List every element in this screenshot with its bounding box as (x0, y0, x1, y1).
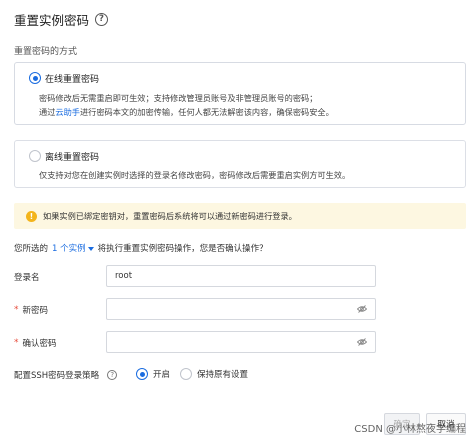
instance-count-dropdown[interactable]: 1 个实例 (52, 242, 94, 254)
option-online-title: 在线重置密码 (45, 75, 100, 85)
help-circle-icon[interactable]: ? (95, 13, 109, 26)
login-name-label-text: 登录名 (14, 273, 40, 283)
ssh-option-keep[interactable]: 保持原有设置 (180, 368, 248, 380)
ssh-policy-label: 配置SSH密码登录策略 ? (14, 369, 118, 381)
new-password-input[interactable] (106, 298, 376, 320)
dialog-header: 重置实例密码 ? (14, 10, 109, 29)
required-mark: * (14, 305, 19, 315)
option-offline-title: 离线重置密码 (45, 153, 100, 163)
warning-text: 如果实例已绑定密钥对，重置密码后系统将可以通过新密码进行登录。 (43, 211, 297, 221)
new-password-label: * 新密码 (14, 304, 48, 316)
selection-summary: 您所选的 1 个实例 将执行重置实例密码操作，您是否确认操作？ (14, 242, 268, 254)
selection-suffix: 将执行重置实例密码操作，您是否确认操作？ (97, 244, 268, 254)
warning-icon: ! (26, 210, 37, 222)
desc-prefix: 通过 (39, 107, 56, 117)
required-mark: * (14, 338, 19, 348)
radio-ssh-keep[interactable] (180, 368, 192, 380)
confirm-password-input[interactable] (106, 331, 376, 353)
dialog-title: 重置实例密码 (14, 13, 90, 28)
radio-ssh-enable[interactable] (136, 368, 148, 380)
desc-suffix: 进行密码本文的加密传输，任何人都无法解密该内容，确保密码安全。 (79, 107, 334, 117)
login-name-value: root (115, 271, 133, 281)
reset-method-label: 重置密码的方式 (14, 47, 78, 57)
ssh-option-keep-label: 保持原有设置 (197, 370, 249, 380)
instance-count-link: 1 个实例 (52, 244, 86, 254)
ssh-policy-label-text: 配置SSH密码登录策略 (14, 371, 100, 381)
radio-online[interactable] (29, 72, 41, 84)
new-password-label-text: 新密码 (22, 306, 49, 316)
option-card-offline[interactable]: 离线重置密码 仅支持对您在创建实例时选择的登录名修改密码，密码修改后需要重启实例… (14, 140, 466, 188)
selection-prefix: 您所选的 (14, 244, 49, 254)
login-name-label: 登录名 (14, 271, 40, 283)
ssh-option-enable-label: 开启 (153, 370, 171, 380)
warning-banner: ! 如果实例已绑定密钥对，重置密码后系统将可以通过新密码进行登录。 (14, 203, 466, 229)
option-offline-desc: 仅支持对您在创建实例时选择的登录名修改密码，密码修改后需要重启实例方可生效。 (39, 170, 351, 180)
ssh-option-enable[interactable]: 开启 (136, 368, 170, 380)
radio-offline[interactable] (29, 150, 41, 162)
option-online-desc-line1: 密码修改后无需重启即可生效；支持修改管理员账号及非管理员账号的密码； (39, 93, 318, 103)
help-circle-icon[interactable]: ? (107, 370, 118, 380)
eye-off-icon[interactable] (357, 338, 367, 346)
confirm-password-label: * 确认密码 (14, 337, 57, 349)
eye-off-icon[interactable] (357, 305, 367, 313)
option-card-online[interactable]: 在线重置密码 密码修改后无需重启即可生效；支持修改管理员账号及非管理员账号的密码… (14, 62, 466, 125)
caret-down-icon (87, 247, 94, 251)
option-online-desc-line2: 通过云助手进行密码本文的加密传输，任何人都无法解密该内容，确保密码安全。 (39, 106, 334, 118)
watermark: CSDN @小林熬夜学编程 (354, 424, 466, 435)
cloud-assistant-link[interactable]: 云助手 (55, 107, 80, 117)
confirm-password-label-text: 确认密码 (22, 339, 57, 349)
login-name-input[interactable]: root (106, 265, 376, 287)
